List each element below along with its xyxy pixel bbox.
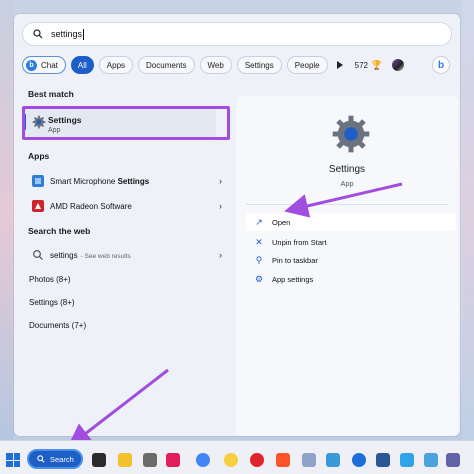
- amd-radeon-icon: [32, 200, 44, 212]
- chip-documents[interactable]: Documents: [138, 56, 195, 74]
- filter-chips: b Chat All Apps Documents Web Settings Pe…: [22, 54, 452, 76]
- pin-icon: ⚲: [255, 254, 263, 265]
- result-preview-panel: Settings App ↗ Open ✕ Unpin from Start ⚲ Pi…: [236, 96, 458, 436]
- bing-icon: b: [26, 59, 37, 71]
- text-caret: [83, 28, 85, 40]
- edge-icon[interactable]: [352, 453, 366, 467]
- search-icon: [33, 250, 43, 260]
- divider: [246, 204, 448, 205]
- app-label: Smart Microphone Settings: [50, 176, 150, 186]
- gear-icon: ⚙: [254, 273, 264, 284]
- chip-settings[interactable]: Settings: [236, 56, 282, 74]
- word-icon[interactable]: [376, 453, 390, 467]
- settings-category[interactable]: Settings (8+): [29, 298, 75, 307]
- chip-chat[interactable]: b Chat: [22, 56, 66, 74]
- web-query-label: settings - See web results: [50, 250, 131, 260]
- chip-web[interactable]: Web: [199, 56, 232, 74]
- taskbar: Search: [0, 440, 474, 474]
- search-input[interactable]: settings: [22, 22, 452, 46]
- chip-chat-label: Chat: [41, 60, 58, 70]
- action-unpin-from-start[interactable]: ✕ Unpin from Start: [246, 233, 456, 251]
- best-match-header: Best match: [28, 89, 74, 99]
- action-pin-to-taskbar[interactable]: ⚲ Pin to taskbar: [246, 251, 456, 269]
- wallpaper-left: [0, 0, 14, 440]
- list-item-amd-radeon-software[interactable]: AMD Radeon Software ›: [24, 195, 230, 217]
- chevron-right-icon[interactable]: ›: [219, 250, 222, 260]
- wallpaper-right: [462, 0, 474, 440]
- chip-people[interactable]: People: [286, 56, 328, 74]
- search-query-text: settings: [51, 29, 83, 39]
- list-item-web-search[interactable]: settings - See web results ›: [24, 244, 230, 266]
- settings-gear-icon: [332, 115, 370, 153]
- microphone-settings-icon: [32, 175, 44, 187]
- chip-all[interactable]: All: [70, 56, 94, 74]
- teams-icon[interactable]: [446, 453, 460, 467]
- chevron-right-icon[interactable]: ›: [219, 176, 222, 186]
- action-open[interactable]: ↗ Open: [246, 213, 456, 231]
- preview-title: Settings: [328, 164, 366, 175]
- apps-header: Apps: [28, 151, 50, 161]
- chrome-icon[interactable]: [196, 453, 210, 467]
- app-icon[interactable]: [326, 453, 340, 467]
- rewards-count: 572: [354, 60, 368, 70]
- unpin-icon: ✕: [255, 236, 263, 247]
- annotation-highlight-box: [22, 106, 230, 140]
- list-item-smart-microphone-settings[interactable]: Smart Microphone Settings ›: [24, 170, 230, 192]
- taskbar-search-button[interactable]: Search: [27, 449, 83, 469]
- app-label: AMD Radeon Software: [50, 201, 132, 211]
- preview-subtitle: App: [340, 179, 354, 188]
- trophy-icon[interactable]: 🏆: [371, 60, 382, 71]
- app-icon[interactable]: [143, 453, 157, 467]
- file-explorer-icon[interactable]: [118, 453, 132, 467]
- chip-apps[interactable]: Apps: [98, 56, 134, 74]
- search-icon: [33, 29, 43, 39]
- task-view-icon[interactable]: [92, 453, 106, 467]
- action-app-settings[interactable]: ⚙ App settings: [246, 270, 456, 288]
- app-icon[interactable]: [224, 453, 238, 467]
- app-icon[interactable]: [400, 453, 414, 467]
- photos-category[interactable]: Photos (8+): [29, 275, 71, 284]
- avatar[interactable]: [392, 59, 405, 71]
- opera-icon[interactable]: [250, 453, 264, 467]
- windows-start-icon[interactable]: [6, 453, 20, 467]
- documents-category[interactable]: Documents (7+): [29, 321, 86, 330]
- more-filters-icon[interactable]: [336, 61, 343, 69]
- open-external-icon: ↗: [255, 216, 263, 227]
- start-search-panel: settings b Chat All Apps Documents Web Se…: [14, 14, 460, 436]
- app-icon[interactable]: [302, 453, 316, 467]
- taskbar-search-label: Search: [50, 454, 74, 464]
- slack-icon[interactable]: [166, 453, 180, 467]
- search-web-header: Search the web: [28, 226, 91, 236]
- search-icon: [37, 455, 45, 463]
- brave-icon[interactable]: [276, 453, 290, 467]
- bing-copilot-icon[interactable]: b: [432, 56, 450, 74]
- app-icon[interactable]: [424, 453, 438, 467]
- chevron-right-icon[interactable]: ›: [219, 201, 222, 211]
